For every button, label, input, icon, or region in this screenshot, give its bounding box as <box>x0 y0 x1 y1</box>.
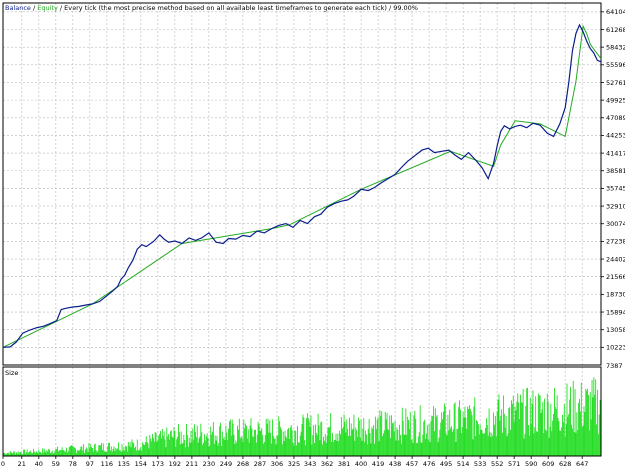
x-tick-label: 192 <box>169 460 181 468</box>
main-ytick-label: 35745 <box>606 185 625 193</box>
x-tick-label: 154 <box>135 460 147 468</box>
main-ytick-label: 52761 <box>606 79 625 87</box>
main-ytick-label: 55596 <box>606 61 625 69</box>
legend-balance: Balance <box>5 4 31 12</box>
x-tick-label: 59 <box>52 460 60 468</box>
legend: Balance / Equity / Every tick (the most … <box>5 4 418 12</box>
x-tick-label: 362 <box>321 460 333 468</box>
main-ytick-label: 13058 <box>606 326 625 334</box>
x-tick-label: 514 <box>457 460 469 468</box>
report-canvas: Balance / Equity / Every tick (the most … <box>0 0 625 468</box>
x-tick-label: 609 <box>542 460 554 468</box>
main-ytick-label: 49925 <box>606 96 625 104</box>
main-ytick-label: 58432 <box>606 43 625 51</box>
main-ytick-label: 15894 <box>606 308 625 316</box>
x-tick-label: 381 <box>338 460 350 468</box>
size-ytick: 7387 <box>606 362 623 370</box>
main-ytick-label: 10223 <box>606 344 625 352</box>
x-tick-label: 552 <box>491 460 503 468</box>
x-tick-label: 438 <box>389 460 401 468</box>
x-tick-label: 476 <box>423 460 435 468</box>
x-tick-label: 211 <box>186 460 198 468</box>
background <box>0 0 625 468</box>
x-tick-label: 97 <box>86 460 94 468</box>
x-tick-label: 78 <box>69 460 77 468</box>
legend-equity: Equity <box>37 4 58 12</box>
main-ytick-label: 24402 <box>606 255 625 263</box>
main-ytick-label: 64104 <box>606 8 625 16</box>
x-tick-label: 0 <box>1 460 5 468</box>
x-tick-label: 325 <box>288 460 300 468</box>
x-tick-label: 419 <box>372 460 384 468</box>
main-ytick-label: 38581 <box>606 167 625 175</box>
x-tick-label: 173 <box>152 460 164 468</box>
main-ytick-label: 30074 <box>606 220 625 228</box>
x-tick-label: 400 <box>355 460 367 468</box>
x-tick-label: 343 <box>304 460 316 468</box>
x-tick-label: 21 <box>18 460 26 468</box>
x-tick-label: 116 <box>101 460 113 468</box>
main-ytick-label: 41417 <box>606 149 625 157</box>
x-tick-label: 249 <box>220 460 232 468</box>
x-tick-label: 306 <box>271 460 283 468</box>
main-ytick-label: 32910 <box>606 202 625 210</box>
x-tick-label: 495 <box>440 460 452 468</box>
main-ytick-label: 61268 <box>606 26 625 34</box>
main-ytick-label: 44253 <box>606 132 625 140</box>
size-label: Size <box>5 369 18 377</box>
x-tick-label: 268 <box>237 460 249 468</box>
x-tick-label: 533 <box>474 460 486 468</box>
x-tick-label: 135 <box>118 460 130 468</box>
x-tick-label: 647 <box>576 460 588 468</box>
x-tick-label: 457 <box>406 460 418 468</box>
strategy-tester-graph: Balance / Equity / Every tick (the most … <box>0 0 625 468</box>
main-ytick-label: 18730 <box>606 291 625 299</box>
legend-description: / Every tick (the most precise method ba… <box>58 4 418 12</box>
x-tick-label: 230 <box>203 460 215 468</box>
main-ytick-label: 21566 <box>606 273 625 281</box>
x-tick-label: 571 <box>508 460 520 468</box>
main-ytick-label: 47089 <box>606 114 625 122</box>
x-tick-label: 590 <box>525 460 537 468</box>
x-tick-label: 628 <box>559 460 571 468</box>
main-ytick-label: 27238 <box>606 238 625 246</box>
x-tick-label: 40 <box>35 460 43 468</box>
x-tick-label: 287 <box>254 460 266 468</box>
